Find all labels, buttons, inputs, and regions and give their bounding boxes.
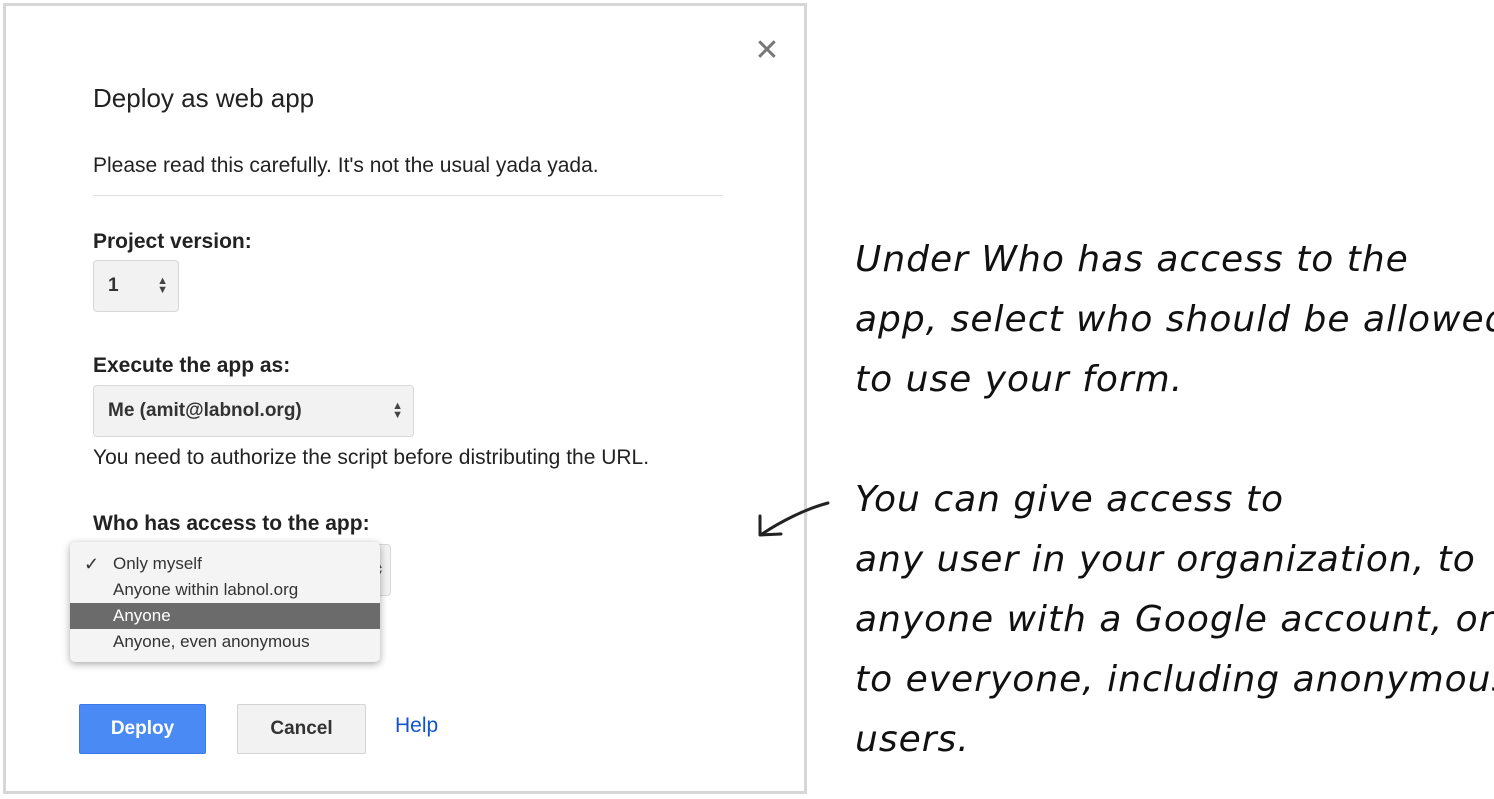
execute-as-select[interactable]: Me (amit@labnol.org) ▲ ▼	[93, 385, 414, 437]
project-version-label: Project version:	[93, 230, 252, 253]
access-option-anyone[interactable]: Anyone	[70, 603, 380, 629]
deploy-button[interactable]: Deploy	[79, 704, 206, 754]
annotation-line: any user in your organization, to	[855, 539, 1476, 580]
help-link[interactable]: Help	[395, 714, 438, 738]
annotation-line: You can give access to	[855, 479, 1285, 520]
access-option-anonymous[interactable]: Anyone, even anonymous	[70, 629, 380, 655]
authorize-note: You need to authorize the script before …	[93, 446, 650, 469]
execute-as-value: Me (amit@labnol.org)	[108, 400, 302, 421]
annotation-line: users.	[855, 719, 970, 760]
project-version-select[interactable]: 1 ▲ ▼	[93, 260, 179, 312]
execute-as-label: Execute the app as:	[93, 354, 291, 377]
intro-text: Please read this carefully. It's not the…	[93, 154, 599, 177]
annotation-line: to everyone, including anonymous	[855, 659, 1494, 700]
cancel-button[interactable]: Cancel	[237, 704, 366, 754]
project-version-value: 1	[108, 275, 119, 296]
access-label: Who has access to the app:	[93, 512, 370, 535]
access-dropdown-menu: ✓ Only myself Anyone within labnol.org A…	[70, 542, 380, 662]
option-label: Only myself	[113, 554, 202, 573]
dialog-title: Deploy as web app	[93, 83, 315, 113]
access-option-domain[interactable]: Anyone within labnol.org	[70, 577, 380, 603]
divider	[93, 195, 723, 196]
option-label: Anyone, even anonymous	[113, 632, 310, 651]
checkmark-icon: ✓	[84, 554, 100, 574]
annotation-line: anyone with a Google account, or	[855, 599, 1494, 640]
close-icon[interactable]: ✕	[752, 36, 782, 66]
annotation-line: Under Who has access to the	[855, 239, 1409, 280]
updown-arrows-icon: ▲▼	[392, 400, 403, 421]
annotation-line: app, select who should be allowed	[855, 299, 1494, 340]
deploy-dialog: ✕ Deploy as web app Please read this car…	[3, 3, 807, 794]
arrow-icon	[758, 501, 830, 537]
annotation-line: to use your form.	[855, 359, 1184, 400]
updown-arrows-icon: ▲▼	[157, 275, 168, 296]
option-label: Anyone	[113, 606, 171, 625]
access-option-only-myself[interactable]: ✓ Only myself	[70, 551, 380, 577]
option-label: Anyone within labnol.org	[113, 580, 299, 599]
